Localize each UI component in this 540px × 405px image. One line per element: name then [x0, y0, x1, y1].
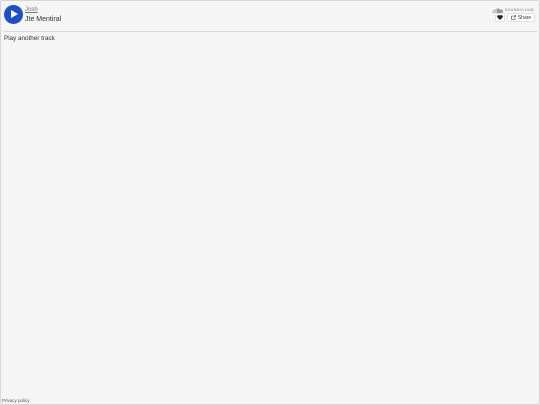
share-icon	[511, 15, 516, 20]
share-label: Share	[517, 14, 532, 21]
artist-link[interactable]: Josh	[25, 7, 61, 14]
share-button[interactable]: Share	[507, 13, 535, 22]
play-icon	[11, 10, 18, 18]
track-title[interactable]: Jte Mentiral	[25, 15, 61, 24]
player-header: Josh Jte Mentiral SOUNDCLOUD Share	[1, 1, 539, 31]
soundcloud-cloud-icon	[491, 7, 503, 13]
widget-frame: Josh Jte Mentiral SOUNDCLOUD Share Play …	[0, 0, 540, 405]
privacy-policy-link[interactable]: Privacy policy	[2, 398, 30, 404]
play-another-track-heading: Play another track	[4, 35, 55, 42]
heart-icon	[497, 15, 503, 20]
like-button[interactable]	[495, 13, 505, 22]
play-button[interactable]	[4, 5, 23, 24]
track-meta: Josh Jte Mentiral	[25, 7, 61, 24]
header-divider	[3, 31, 537, 32]
soundcloud-logo-text: SOUNDCLOUD	[504, 8, 534, 12]
